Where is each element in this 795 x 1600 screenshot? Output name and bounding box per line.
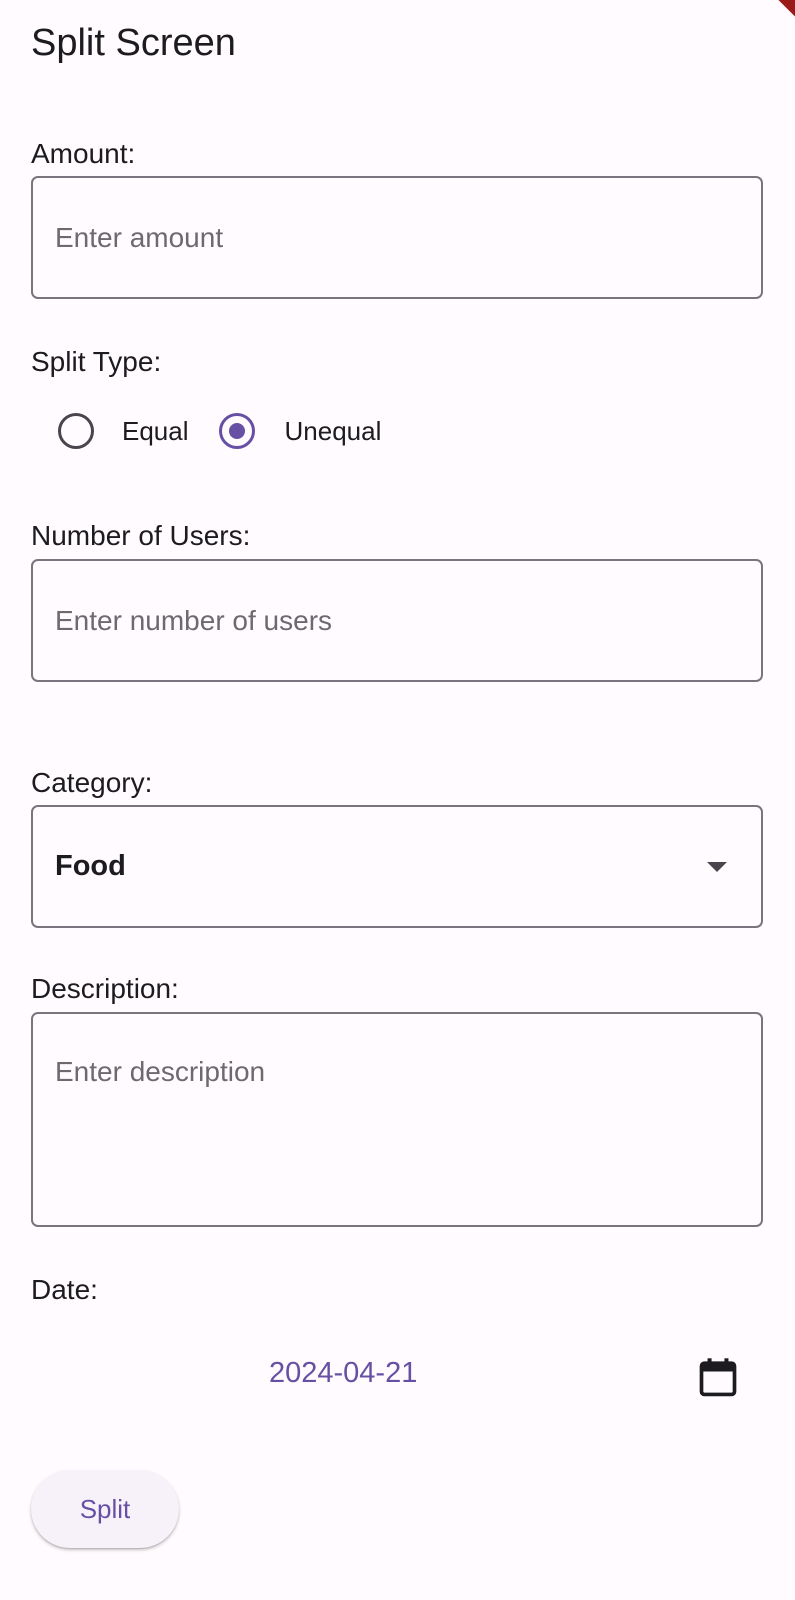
chevron-down-icon (707, 861, 727, 872)
page-title: Split Screen (31, 22, 236, 64)
radio-equal-label[interactable]: Equal (122, 416, 189, 447)
radio-equal[interactable] (58, 413, 94, 449)
description-input[interactable] (33, 1014, 761, 1225)
split-type-label: Split Type: (31, 346, 162, 377)
calendar-icon[interactable] (696, 1354, 740, 1400)
category-label: Category: (31, 767, 153, 798)
amount-field-container (31, 176, 763, 299)
amount-label: Amount: (31, 138, 136, 169)
amount-input[interactable] (33, 178, 761, 297)
description-field-container (31, 1012, 763, 1227)
date-value[interactable]: 2024-04-21 (269, 1357, 417, 1390)
users-input[interactable] (33, 561, 761, 680)
users-field-container (31, 559, 763, 682)
split-type-radio-group: Equal Unequal (58, 408, 381, 454)
category-dropdown[interactable]: Food (31, 805, 763, 928)
radio-unequal[interactable] (218, 413, 255, 449)
debug-banner (735, 0, 795, 60)
category-selected-value: Food (55, 850, 126, 882)
users-label: Number of Users: (31, 520, 251, 551)
split-button[interactable]: Split (31, 1470, 179, 1548)
date-label: Date: (31, 1274, 98, 1305)
split-screen: Split Screen Amount: Split Type: Equal U… (0, 0, 795, 1600)
radio-unequal-label[interactable]: Unequal (285, 416, 382, 447)
description-label: Description: (31, 973, 179, 1004)
